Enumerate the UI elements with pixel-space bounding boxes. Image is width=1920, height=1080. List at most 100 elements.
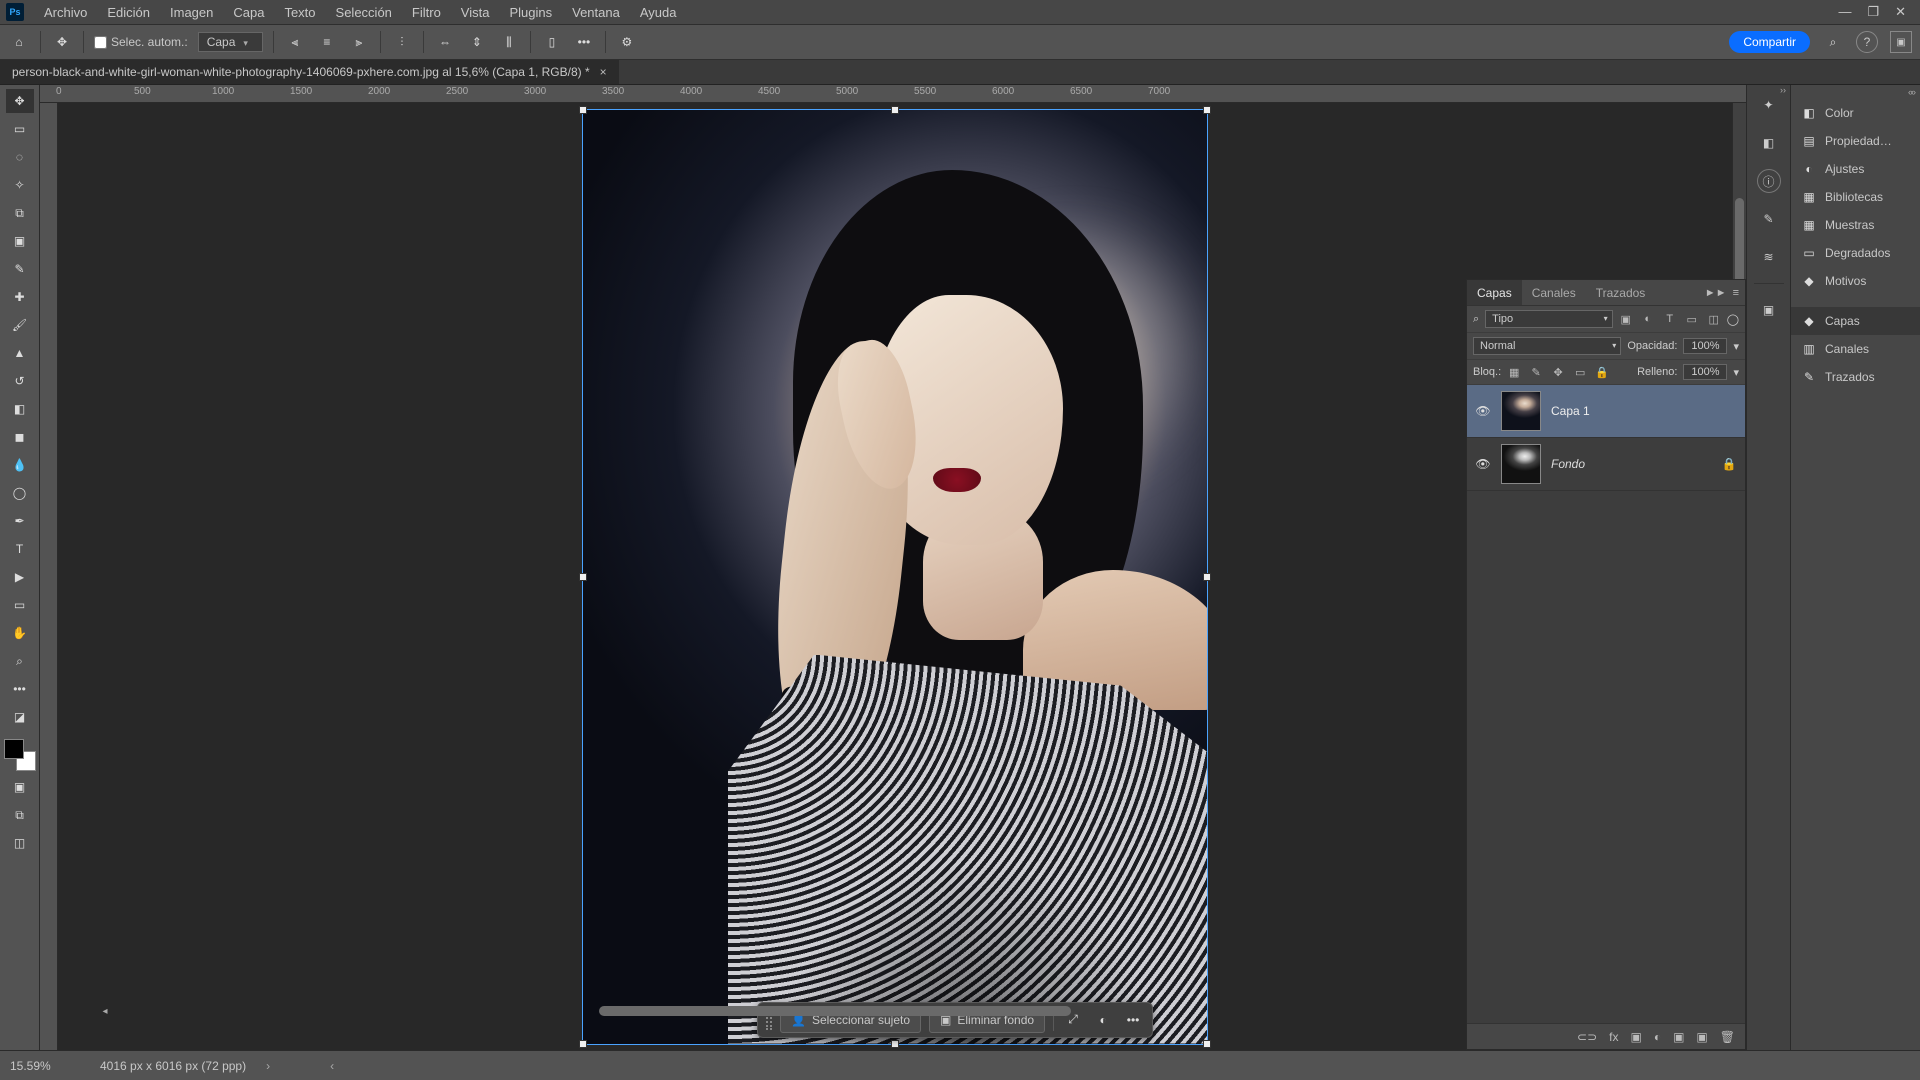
blend-mode-dropdown[interactable]: Normal	[1473, 337, 1621, 355]
distribute-v-icon[interactable]: ⇕	[466, 31, 488, 53]
lock-position-icon[interactable]: ✥	[1551, 366, 1565, 379]
filter-smart-icon[interactable]: ◫	[1707, 313, 1721, 326]
delete-layer-icon[interactable]: 🗑	[1720, 1030, 1735, 1044]
layer-row[interactable]: 👁 Capa 1	[1467, 385, 1745, 438]
lasso-tool-icon[interactable]: ◌	[6, 145, 34, 169]
type-tool-icon[interactable]: T	[6, 537, 34, 561]
dock-icon[interactable]: ✦	[1757, 93, 1781, 117]
help-icon[interactable]: ?	[1856, 31, 1878, 53]
panel-gradients[interactable]: ▭Degradados	[1791, 239, 1920, 267]
layer-filter-type-dropdown[interactable]: Tipo	[1485, 310, 1613, 328]
foreground-background-swatch[interactable]	[4, 739, 36, 771]
panel-patterns[interactable]: ◆Motivos	[1791, 267, 1920, 295]
dock-icon[interactable]: ✎	[1757, 207, 1781, 231]
lock-transparency-icon[interactable]: ▦	[1507, 366, 1521, 379]
window-minimize[interactable]: —	[1838, 4, 1851, 20]
lock-icon[interactable]: 🔒	[1721, 457, 1737, 471]
crop-tool-icon[interactable]: ⧉	[6, 201, 34, 225]
document-tab[interactable]: person-black-and-white-girl-woman-white-…	[0, 60, 619, 84]
menu-ayuda[interactable]: Ayuda	[630, 5, 687, 20]
image-frame[interactable]: 👤 Seleccionar sujeto ▣ Eliminar fondo ⤢ …	[583, 110, 1207, 1044]
more-align-icon[interactable]: •••	[573, 31, 595, 53]
align-top-icon[interactable]: ⫶	[391, 31, 413, 53]
stamp-tool-icon[interactable]: ▲	[6, 341, 34, 365]
shape-tool-icon[interactable]: ▭	[6, 593, 34, 617]
move-tool-icon[interactable]: ✥	[6, 89, 34, 113]
new-group-icon[interactable]: ▣	[1673, 1030, 1684, 1044]
menu-archivo[interactable]: Archivo	[34, 5, 97, 20]
visibility-toggle-icon[interactable]: 👁	[1475, 404, 1491, 418]
align-left-icon[interactable]: ⫷	[284, 31, 306, 53]
filter-toggle-icon[interactable]: ◯	[1727, 313, 1739, 326]
search-icon[interactable]: ⌕	[1822, 31, 1844, 53]
filter-adjust-icon[interactable]: ◐	[1641, 313, 1655, 326]
panel-paths[interactable]: ✎Trazados	[1791, 363, 1920, 391]
fill-input[interactable]: 100%	[1683, 364, 1727, 380]
eyedropper-tool-icon[interactable]: ✎	[6, 257, 34, 281]
quick-select-tool-icon[interactable]: ✧	[6, 173, 34, 197]
gradient-tool-icon[interactable]: ◼	[6, 425, 34, 449]
lock-pixels-icon[interactable]: ✎	[1529, 366, 1543, 379]
close-icon[interactable]: ×	[600, 65, 607, 79]
align-hcenter-icon[interactable]: ≡	[316, 31, 338, 53]
menu-texto[interactable]: Texto	[274, 5, 325, 20]
healing-tool-icon[interactable]: ✚	[6, 285, 34, 309]
panel-menu-icon[interactable]: ≡	[1733, 287, 1739, 299]
dock-expand-icon[interactable]: ››	[1780, 85, 1786, 95]
status-arrow-left-icon[interactable]: ‹	[330, 1059, 334, 1073]
distribute-spacing-icon[interactable]: ⫼	[498, 31, 520, 53]
share-button[interactable]: Compartir	[1729, 31, 1810, 53]
auto-select-checkbox[interactable]	[94, 36, 107, 49]
frame-tool-icon[interactable]: ▣	[6, 229, 34, 253]
menu-vista[interactable]: Vista	[451, 5, 500, 20]
zoom-level[interactable]: 15.59%	[10, 1059, 80, 1073]
menu-filtro[interactable]: Filtro	[402, 5, 451, 20]
lock-artboard-icon[interactable]: ▭	[1573, 366, 1587, 379]
new-adjustment-icon[interactable]: ◐	[1654, 1030, 1661, 1044]
blur-tool-icon[interactable]: 💧	[6, 453, 34, 477]
layer-thumbnail[interactable]	[1501, 391, 1541, 431]
window-close[interactable]: ✕	[1895, 4, 1906, 20]
auto-select-check[interactable]: Selec. autom.:	[94, 35, 188, 49]
add-mask-icon[interactable]: ▣	[1630, 1030, 1641, 1044]
scrollbar-thumb[interactable]	[599, 1006, 1071, 1016]
workspace-switch-icon[interactable]: ▣	[1890, 31, 1912, 53]
horizontal-scrollbar[interactable]: ◂ ▸	[98, 1004, 1572, 1018]
extra-mode-icon[interactable]: ◫	[6, 831, 34, 855]
chevron-down-icon[interactable]: ▾	[1733, 366, 1739, 379]
panel-layers[interactable]: ◆Capas	[1791, 307, 1920, 335]
filter-type-icon[interactable]: T	[1663, 313, 1677, 326]
panel-libraries[interactable]: ▦Bibliotecas	[1791, 183, 1920, 211]
layer-name[interactable]: Fondo	[1551, 457, 1585, 471]
eraser-tool-icon[interactable]: ◧	[6, 397, 34, 421]
search-icon[interactable]: ⌕	[1473, 313, 1479, 326]
dock-icon[interactable]: ▣	[1757, 298, 1781, 322]
visibility-toggle-icon[interactable]: 👁	[1475, 457, 1491, 471]
new-layer-icon[interactable]: ▣	[1696, 1030, 1707, 1044]
menu-ventana[interactable]: Ventana	[562, 5, 630, 20]
more-tools-icon[interactable]: •••	[6, 677, 34, 701]
tab-canales[interactable]: Canales	[1522, 280, 1586, 305]
document-dimensions[interactable]: 4016 px x 6016 px (72 ppp)	[100, 1059, 246, 1073]
panel-swatches[interactable]: ▦Muestras	[1791, 211, 1920, 239]
filter-pixel-icon[interactable]: ▣	[1619, 313, 1633, 326]
history-brush-tool-icon[interactable]: ↺	[6, 369, 34, 393]
gear-icon[interactable]: ⚙	[616, 31, 638, 53]
align-right-icon[interactable]: ⫸	[348, 31, 370, 53]
menu-seleccion[interactable]: Selección	[326, 5, 402, 20]
panel-collapse-icon[interactable]: ►►	[1705, 287, 1727, 299]
menu-capa[interactable]: Capa	[223, 5, 274, 20]
menu-imagen[interactable]: Imagen	[160, 5, 223, 20]
layer-effects-icon[interactable]: fx	[1609, 1030, 1618, 1044]
screen-mode-icon[interactable]: ⧉	[6, 803, 34, 827]
marquee-tool-icon[interactable]: ▭	[6, 117, 34, 141]
dock-icon[interactable]: ◧	[1757, 131, 1781, 155]
lock-all-icon[interactable]: 🔒	[1595, 366, 1609, 379]
link-layers-icon[interactable]: ⊂⊃	[1577, 1030, 1597, 1044]
tools-collapse-icon[interactable]: ››	[1910, 87, 1916, 97]
ruler-vertical[interactable]	[40, 103, 58, 1050]
foreground-color-swatch[interactable]	[4, 739, 24, 759]
auto-select-target-dropdown[interactable]: Capa	[198, 32, 263, 52]
align-to-icon[interactable]: ▯	[541, 31, 563, 53]
layer-row[interactable]: 👁 Fondo 🔒	[1467, 438, 1745, 491]
